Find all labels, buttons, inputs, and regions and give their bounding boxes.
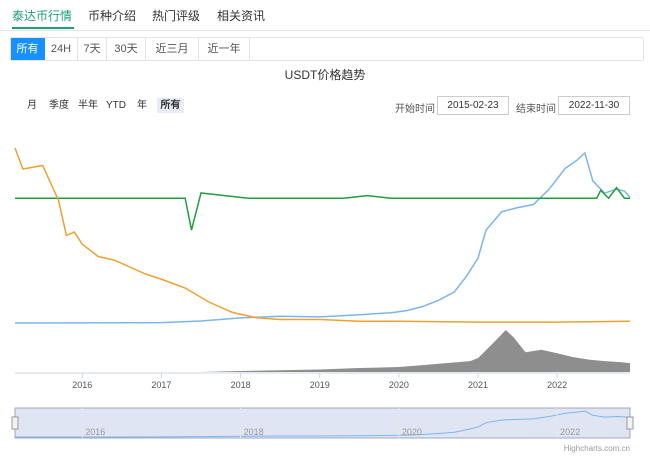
navigator-tick-label: 2018	[244, 427, 264, 437]
navigator-tick-label: 2020	[402, 427, 422, 437]
x-tick-label: 2017	[151, 380, 171, 390]
navigator-tick-label: 2016	[85, 427, 105, 437]
x-tick-label: 2021	[468, 380, 488, 390]
price-trend-chart[interactable]: 2016 2017 2018 2019 2020 2021 2022 2016 2018 202…	[0, 0, 650, 456]
x-tick-label: 2020	[389, 380, 409, 390]
x-tick-label: 2019	[310, 380, 330, 390]
series-volume-area	[15, 330, 630, 372]
navigator-mask[interactable]	[14, 407, 631, 439]
chart-credits: Highcharts.com.cn	[564, 444, 630, 453]
navigator-handle-right[interactable]	[626, 416, 634, 430]
navigator-tick-label: 2022	[560, 427, 580, 437]
series-market-cap-line	[14, 151, 631, 324]
x-tick-label: 2022	[547, 380, 567, 390]
series-price-line	[15, 186, 630, 231]
x-tick-label: 2018	[231, 380, 251, 390]
x-tick-label: 2016	[72, 380, 92, 390]
series-volume-trend-line	[14, 147, 631, 323]
navigator-handle-left[interactable]	[11, 416, 19, 430]
